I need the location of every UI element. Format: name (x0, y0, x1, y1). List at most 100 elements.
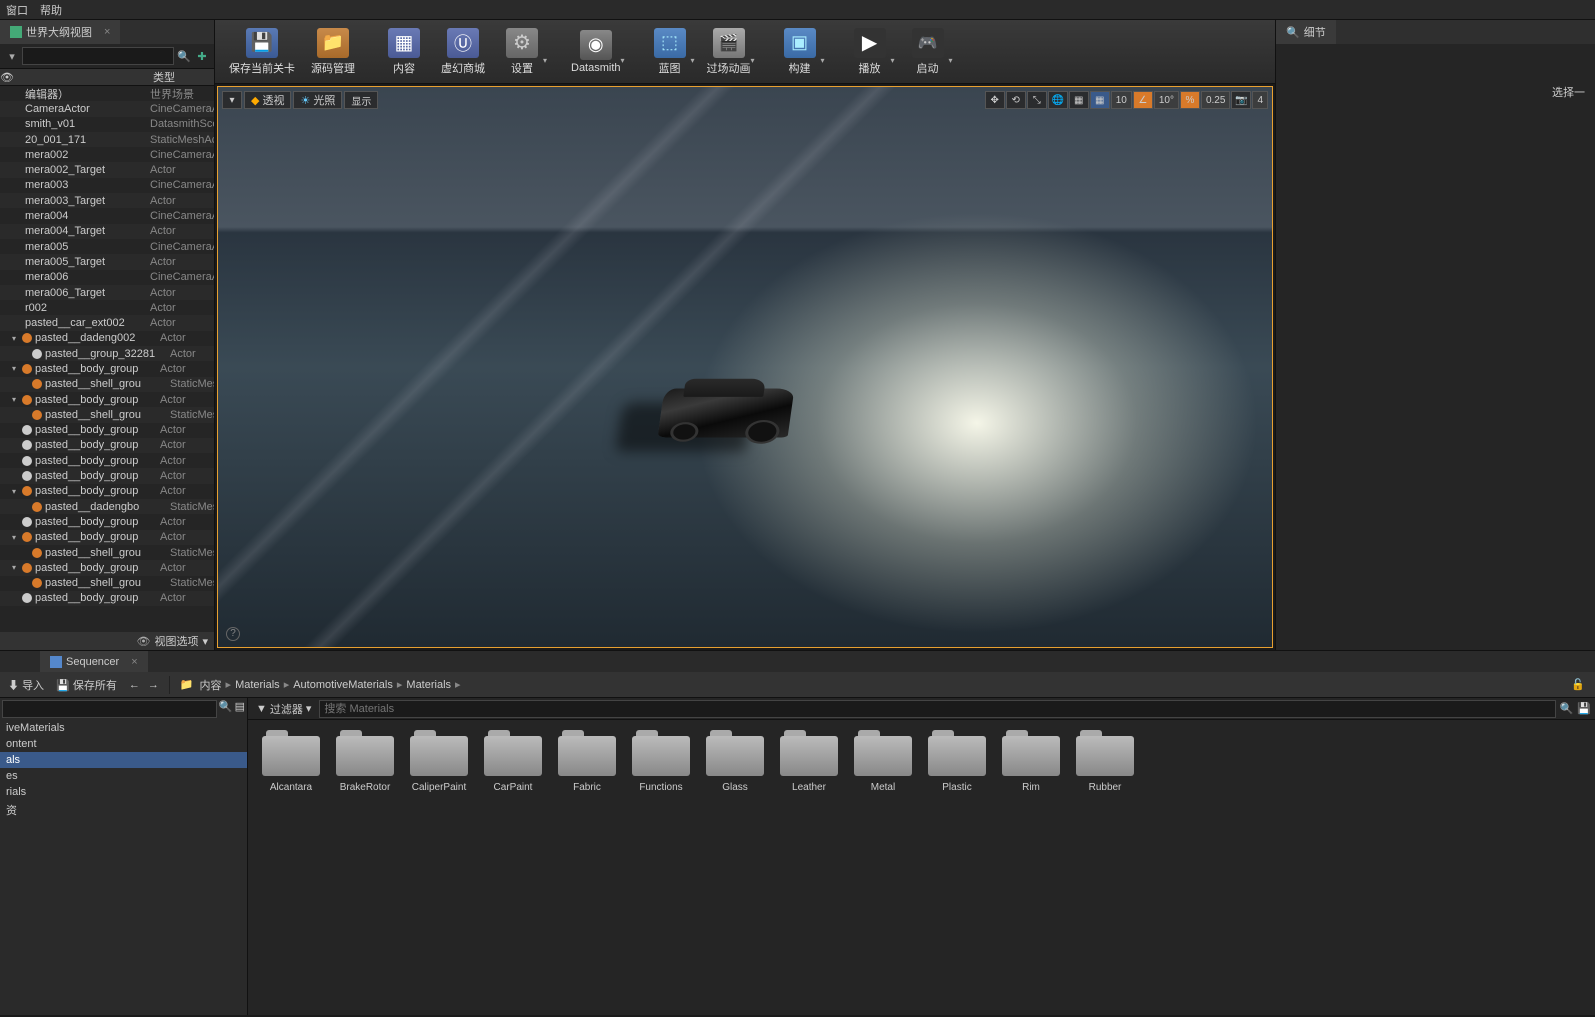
outliner-row[interactable]: mera003_TargetActor (0, 193, 214, 208)
outliner-row[interactable]: pasted__car_ext002Actor (0, 315, 214, 330)
asset-folder[interactable]: Plastic (924, 730, 990, 1005)
lit-button[interactable]: ☀光照 (293, 91, 342, 109)
save-button[interactable]: 保存当前关卡 (223, 24, 301, 80)
outliner-row[interactable]: mera004_TargetActor (0, 224, 214, 239)
outliner-row[interactable]: mera002CineCameraActo (0, 147, 214, 162)
asset-folder[interactable]: Rubber (1072, 730, 1138, 1005)
outliner-row[interactable]: pasted__shell_grouStaticMeshActo (0, 407, 214, 422)
outliner-row[interactable]: 编辑器）世界场景 (0, 86, 214, 101)
grid-snap-value[interactable]: 10 (1111, 91, 1132, 109)
sequencer-tab[interactable]: Sequencer × (40, 651, 148, 672)
outliner-row[interactable]: ▾pasted__body_groupActor (0, 530, 214, 545)
marketplace-button[interactable]: 虚幻商城 (435, 24, 491, 80)
show-button[interactable]: 显示 (344, 91, 378, 109)
outliner-row[interactable]: pasted__body_groupActor (0, 468, 214, 483)
filters-button[interactable]: ▼过滤器▾ (252, 701, 315, 717)
camera-speed-button[interactable]: 📷 (1231, 91, 1251, 109)
coord-space-button[interactable]: 🌐 (1048, 91, 1068, 109)
camera-speed-value[interactable]: 4 (1252, 91, 1268, 109)
add-icon[interactable]: ✚ (194, 48, 210, 64)
outliner-row[interactable]: pasted__body_groupActor (0, 591, 214, 606)
scale-snap-value[interactable]: 0.25 (1201, 91, 1230, 109)
blueprint-button[interactable]: 蓝图▾ (643, 24, 697, 80)
transform-rotate-button[interactable]: ⟲ (1006, 91, 1026, 109)
outliner-row[interactable]: pasted__body_groupActor (0, 438, 214, 453)
col-vis[interactable]: 👁 (0, 71, 16, 84)
outliner-row[interactable]: mera005_TargetActor (0, 254, 214, 269)
save-all-button[interactable]: 💾 保存所有 (54, 677, 119, 693)
chevron-down-icon[interactable]: ▾ (4, 48, 20, 64)
sources-toggle-icon[interactable]: ▤ (235, 700, 245, 718)
crumb-automotive[interactable]: AutomotiveMaterials (293, 679, 393, 691)
datasmith-button[interactable]: Datasmith▾ (565, 24, 627, 80)
outliner-row[interactable]: mera002_TargetActor (0, 162, 214, 177)
sources-search-input[interactable] (2, 700, 217, 718)
source-folder[interactable]: es (0, 768, 247, 784)
menu-window[interactable]: 窗口 (6, 2, 28, 18)
outliner-row[interactable]: mera006_TargetActor (0, 285, 214, 300)
view-options-btn[interactable]: 视图选项 (154, 633, 198, 649)
outliner-tree[interactable]: 编辑器）世界场景CameraActorCineCameraActosmith_v… (0, 86, 214, 632)
grid-snap-button[interactable]: ▦ (1090, 91, 1110, 109)
details-tab[interactable]: 🔍 细节 (1276, 20, 1336, 44)
asset-folder[interactable]: Leather (776, 730, 842, 1005)
outliner-row[interactable]: pasted__shell_grouStaticMeshActo (0, 545, 214, 560)
source-control-button[interactable]: 源码管理 (305, 24, 361, 80)
perspective-button[interactable]: ◆透视 (244, 91, 291, 109)
play-button[interactable]: 播放▾ (843, 24, 897, 80)
outliner-row[interactable]: mera006CineCameraActo (0, 270, 214, 285)
source-folder[interactable]: ontent (0, 736, 247, 752)
source-folder[interactable]: als (0, 752, 247, 768)
outliner-row[interactable]: ▾pasted__body_groupActor (0, 560, 214, 575)
search-icon[interactable]: 🔍 (176, 48, 192, 64)
import-button[interactable]: ⬇ 导入 (6, 677, 46, 693)
lock-icon[interactable]: 🔓 (1567, 678, 1589, 691)
outliner-tab[interactable]: 世界大纲视图 × (0, 20, 120, 44)
viewport-options-button[interactable]: ▾ (222, 91, 242, 109)
save-search-icon[interactable]: 💾 (1577, 702, 1591, 715)
angle-snap-value[interactable]: 10° (1154, 91, 1179, 109)
outliner-row[interactable]: pasted__body_groupActor (0, 453, 214, 468)
transform-scale-button[interactable]: ⤡ (1027, 91, 1047, 109)
folder-icon[interactable]: 📁 (178, 678, 196, 691)
outliner-row[interactable]: pasted__group_32281Actor (0, 346, 214, 361)
chevron-down-icon[interactable]: ▾ (202, 635, 208, 648)
crumb-content[interactable]: 内容 (200, 677, 222, 693)
outliner-row[interactable]: ▾pasted__body_groupActor (0, 361, 214, 376)
settings-button[interactable]: 设置▾ (495, 24, 549, 80)
asset-folder[interactable]: CarPaint (480, 730, 546, 1005)
outliner-row[interactable]: r002Actor (0, 300, 214, 315)
outliner-row[interactable]: smith_v01DatasmithScene (0, 117, 214, 132)
asset-search-input[interactable] (319, 700, 1555, 718)
outliner-row[interactable]: pasted__shell_grouStaticMeshActo (0, 377, 214, 392)
outliner-row[interactable]: CameraActorCineCameraActo (0, 101, 214, 116)
source-folder[interactable]: iveMaterials (0, 720, 247, 736)
crumb-materials2[interactable]: Materials (406, 679, 451, 691)
close-icon[interactable]: × (131, 656, 137, 668)
menu-help[interactable]: 帮助 (40, 2, 62, 18)
build-button[interactable]: 构建▾ (773, 24, 827, 80)
outliner-row[interactable]: ▾pasted__body_groupActor (0, 484, 214, 499)
scale-snap-button[interactable]: % (1180, 91, 1200, 109)
outliner-row[interactable]: pasted__body_groupActor (0, 514, 214, 529)
outliner-row[interactable]: mera004CineCameraActo (0, 208, 214, 223)
search-icon[interactable]: 🔍 (1560, 702, 1574, 715)
outliner-row[interactable]: mera005CineCameraActo (0, 239, 214, 254)
asset-folder[interactable]: Rim (998, 730, 1064, 1005)
asset-folder[interactable]: Functions (628, 730, 694, 1005)
asset-folder[interactable]: Glass (702, 730, 768, 1005)
content-button[interactable]: 内容 (377, 24, 431, 80)
search-icon[interactable]: 🔍 (219, 700, 233, 718)
level-viewport[interactable]: ▾ ◆透视 ☀光照 显示 ✥ ⟲ ⤡ 🌐 ▦ ▦ 10 ∠ 10° % 0.25 (217, 86, 1273, 648)
help-icon[interactable]: ? (226, 627, 240, 641)
outliner-row[interactable]: mera003CineCameraActo (0, 178, 214, 193)
surface-snap-button[interactable]: ▦ (1069, 91, 1089, 109)
asset-folder[interactable]: Fabric (554, 730, 620, 1005)
outliner-row[interactable]: 20_001_171StaticMeshActo (0, 132, 214, 147)
transform-move-button[interactable]: ✥ (985, 91, 1005, 109)
outliner-row[interactable]: pasted__dadengboStaticMeshActo (0, 499, 214, 514)
cinematics-button[interactable]: 过场动画▾ (701, 24, 757, 80)
asset-folder[interactable]: BrakeRotor (332, 730, 398, 1005)
angle-snap-button[interactable]: ∠ (1133, 91, 1153, 109)
outliner-row[interactable]: pasted__body_groupActor (0, 423, 214, 438)
